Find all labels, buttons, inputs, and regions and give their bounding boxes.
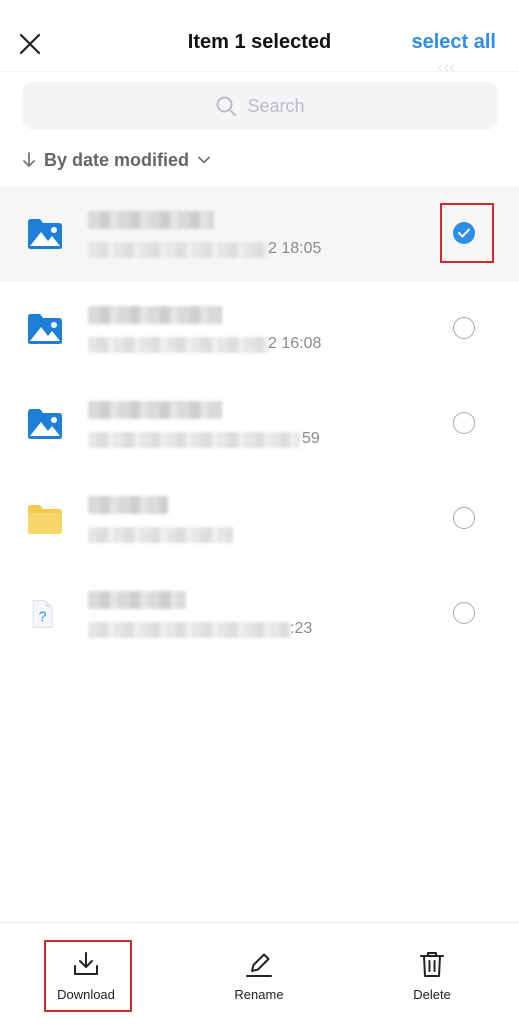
bottom-toolbar: Download Rename Delete [0, 922, 519, 1024]
trash-icon [420, 952, 444, 977]
unknown-file-icon: ? [32, 600, 53, 628]
search-placeholder: Search [247, 95, 305, 116]
file-meta-redacted [88, 622, 290, 638]
arrow-down-icon [23, 152, 35, 167]
file-meta-visible: 2 18:05 [268, 240, 322, 257]
app: Item 1 selected select all Search By dat… [0, 0, 519, 1024]
sort-control[interactable]: By date modified [22, 148, 211, 172]
file-row[interactable]: 59 [0, 376, 519, 471]
svg-text:?: ? [39, 609, 47, 625]
delete-button[interactable]: Delete [382, 949, 482, 1002]
selection-checkbox[interactable] [453, 317, 475, 339]
checkmark-icon [458, 228, 470, 238]
file-name-redacted [88, 401, 222, 419]
selection-checkbox[interactable] [453, 507, 475, 529]
file-meta-redacted [88, 337, 270, 353]
download-icon [74, 952, 98, 975]
file-row[interactable]: 2 18:05 [0, 186, 519, 281]
select-all-button[interactable]: select all [411, 31, 496, 54]
folder-icon [28, 505, 62, 534]
file-list: 2 18:05 2 16:08 59 ?:23 [0, 186, 519, 661]
file-meta-redacted [88, 432, 300, 448]
grip-icon [437, 64, 455, 72]
pencil-icon [246, 953, 272, 977]
search-input[interactable]: Search [22, 82, 498, 130]
delete-label: Delete [413, 987, 451, 1002]
file-meta-visible: 2 16:08 [268, 335, 322, 352]
file-meta-redacted [88, 527, 233, 543]
file-row[interactable]: 2 16:08 [0, 281, 519, 376]
file-name-redacted [88, 306, 222, 324]
image-folder-icon [28, 314, 62, 344]
file-meta-visible: 59 [302, 430, 320, 447]
header: Item 1 selected select all [0, 0, 519, 72]
file-meta-redacted [88, 242, 270, 258]
image-folder-icon [28, 219, 62, 249]
file-row[interactable] [0, 471, 519, 566]
file-name-redacted [88, 591, 186, 609]
rename-label: Rename [234, 987, 284, 1002]
search-icon [216, 96, 237, 116]
file-row[interactable]: ? :23 [0, 566, 519, 661]
file-name-redacted [88, 211, 214, 229]
rename-button[interactable]: Rename [209, 949, 309, 1002]
image-folder-icon [28, 409, 62, 439]
file-name-redacted [88, 496, 168, 514]
file-meta-visible: :23 [290, 620, 313, 637]
selection-checkbox[interactable] [453, 602, 475, 624]
download-button[interactable]: Download [36, 949, 136, 1002]
selection-checkbox[interactable] [453, 412, 475, 434]
chevron-down-icon [198, 156, 210, 164]
download-label: Download [57, 987, 115, 1002]
sort-label: By date modified [44, 149, 190, 170]
selection-checkbox[interactable] [453, 222, 475, 244]
